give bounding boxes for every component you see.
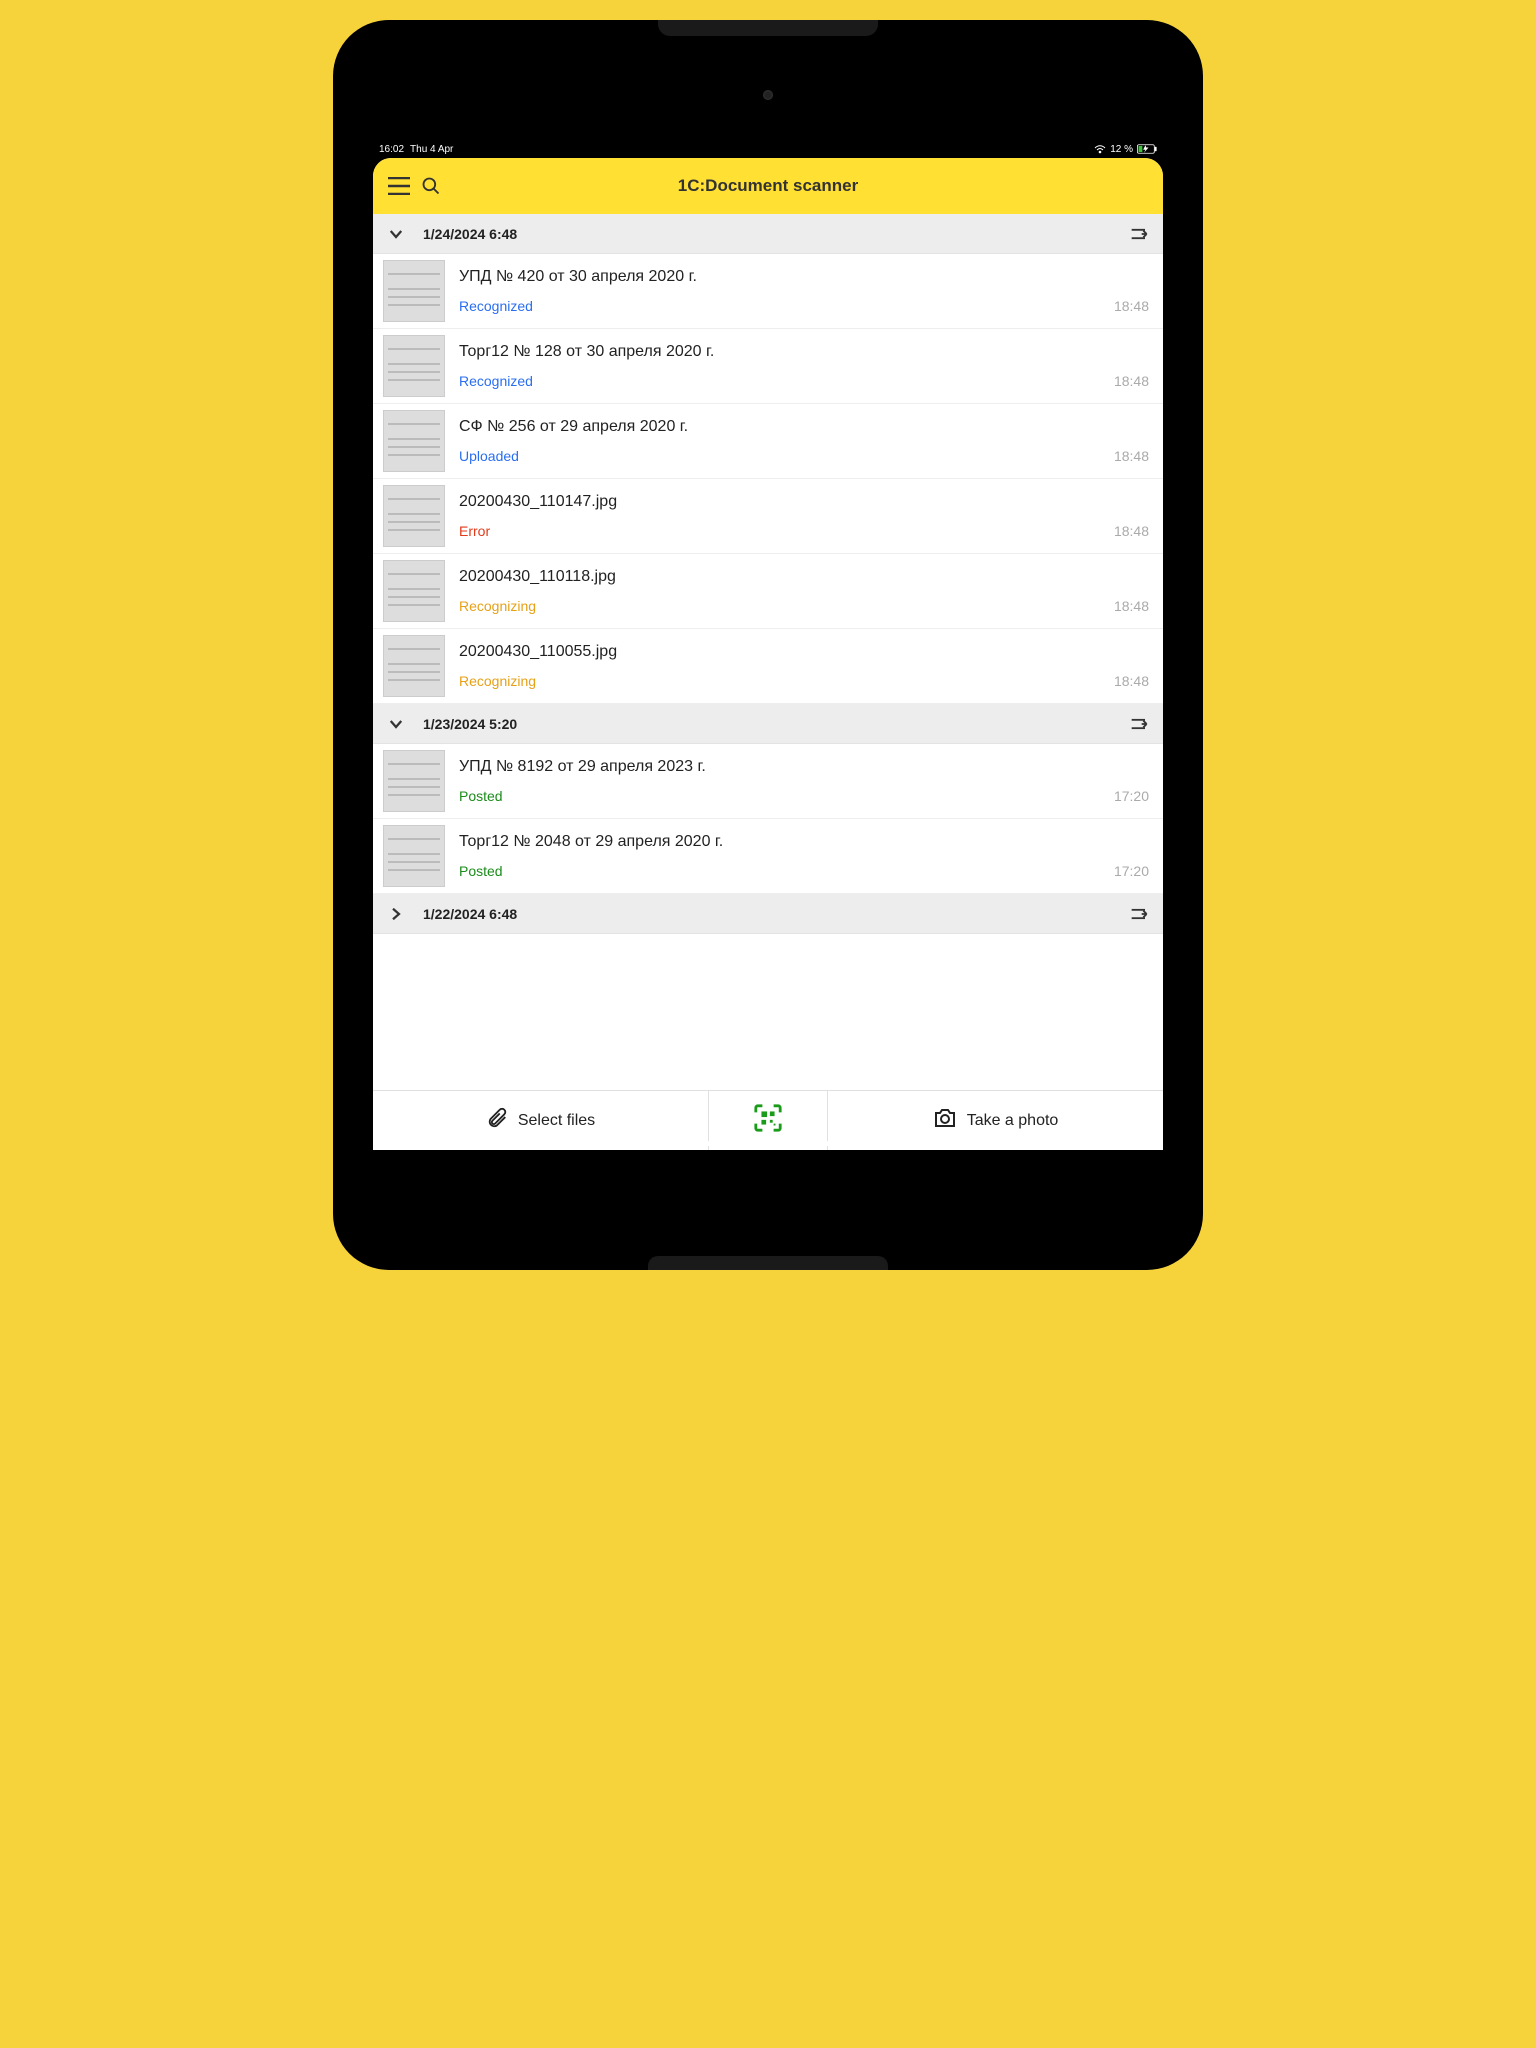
qr-icon — [753, 1103, 783, 1138]
document-time: 18:48 — [1114, 598, 1149, 614]
document-title: 20200430_110147.jpg — [459, 493, 1153, 511]
chevron-down-icon[interactable] — [385, 223, 407, 245]
bottom-notch — [648, 1256, 888, 1270]
document-thumbnail[interactable] — [383, 750, 445, 812]
document-thumbnail[interactable] — [383, 260, 445, 322]
document-thumbnail[interactable] — [383, 635, 445, 697]
chevron-down-icon[interactable] — [385, 713, 407, 735]
document-row[interactable]: УПД № 420 от 30 апреля 2020 г. Recognized… — [373, 254, 1163, 329]
document-status: Uploaded — [459, 448, 519, 464]
document-body: УПД № 8192 от 29 апреля 2023 г. Posted 17:… — [459, 750, 1153, 812]
document-title: 20200430_110055.jpg — [459, 643, 1153, 661]
document-title: Торг12 № 2048 от 29 апреля 2020 г. — [459, 833, 1153, 851]
document-time: 18:48 — [1114, 298, 1149, 314]
take-photo-label: Take a photo — [967, 1112, 1059, 1130]
document-body: УПД № 420 от 30 апреля 2020 г. Recognized… — [459, 260, 1153, 322]
export-arrow-icon[interactable] — [1129, 713, 1151, 735]
document-title: УПД № 8192 от 29 апреля 2023 г. — [459, 758, 1153, 776]
select-files-label: Select files — [518, 1112, 595, 1130]
battery-icon — [1137, 144, 1157, 154]
document-time: 18:48 — [1114, 523, 1149, 539]
document-thumbnail[interactable] — [383, 485, 445, 547]
paperclip-icon — [486, 1107, 508, 1134]
group-date: 1/24/2024 6:48 — [423, 226, 1129, 242]
document-thumbnail[interactable] — [383, 560, 445, 622]
document-time: 18:48 — [1114, 673, 1149, 689]
document-footer: Recognized 18:48 — [459, 373, 1153, 389]
document-body: Торг12 № 128 от 30 апреля 2020 г. Recogni… — [459, 335, 1153, 397]
document-row[interactable]: УПД № 8192 от 29 апреля 2023 г. Posted 17:… — [373, 744, 1163, 819]
document-title: УПД № 420 от 30 апреля 2020 г. — [459, 268, 1153, 286]
group-header[interactable]: 1/23/2024 5:20 — [373, 704, 1163, 744]
menu-button[interactable] — [385, 172, 413, 200]
document-thumbnail[interactable] — [383, 410, 445, 472]
document-title: СФ № 256 от 29 апреля 2020 г. — [459, 418, 1153, 436]
document-row[interactable]: 20200430_110055.jpg Recognizing 18:48 — [373, 629, 1163, 704]
document-time: 18:48 — [1114, 373, 1149, 389]
document-status: Recognized — [459, 373, 533, 389]
document-footer: Error 18:48 — [459, 523, 1153, 539]
group-header[interactable]: 1/24/2024 6:48 — [373, 214, 1163, 254]
camera-icon — [933, 1107, 957, 1134]
status-bar: 16:02 Thu 4 Apr 12 % — [373, 140, 1163, 158]
tablet-frame: 16:02 Thu 4 Apr 12 % — [333, 20, 1203, 1270]
export-arrow-icon[interactable] — [1129, 903, 1151, 925]
document-status: Recognized — [459, 298, 533, 314]
group-date: 1/22/2024 6:48 — [423, 906, 1129, 922]
app-header: 1C:Document scanner — [373, 158, 1163, 214]
group-header[interactable]: 1/22/2024 6:48 — [373, 894, 1163, 934]
status-time: 16:02 — [379, 144, 404, 155]
home-indicator[interactable] — [653, 1141, 883, 1146]
status-battery-pct: 12 % — [1110, 144, 1133, 155]
document-row[interactable]: СФ № 256 от 29 апреля 2020 г. Uploaded 18:… — [373, 404, 1163, 479]
document-footer: Uploaded 18:48 — [459, 448, 1153, 464]
document-status: Posted — [459, 788, 503, 804]
document-status: Posted — [459, 863, 503, 879]
document-body: СФ № 256 от 29 апреля 2020 г. Uploaded 18:… — [459, 410, 1153, 472]
document-body: 20200430_110055.jpg Recognizing 18:48 — [459, 635, 1153, 697]
document-footer: Posted 17:20 — [459, 863, 1153, 879]
chevron-right-icon[interactable] — [385, 903, 407, 925]
document-time: 17:20 — [1114, 863, 1149, 879]
document-status: Recognizing — [459, 673, 536, 689]
screen: 16:02 Thu 4 Apr 12 % — [373, 140, 1163, 1150]
camera-notch — [658, 20, 878, 36]
wifi-icon — [1094, 144, 1106, 154]
document-row[interactable]: Торг12 № 128 от 30 апреля 2020 г. Recogni… — [373, 329, 1163, 404]
document-row[interactable]: 20200430_110118.jpg Recognizing 18:48 — [373, 554, 1163, 629]
document-time: 18:48 — [1114, 448, 1149, 464]
app-window: 1C:Document scanner 1/24/2024 6:48 УПД № … — [373, 158, 1163, 1150]
camera-dot — [763, 90, 773, 100]
document-footer: Recognizing 18:48 — [459, 673, 1153, 689]
search-button[interactable] — [417, 172, 445, 200]
document-status: Error — [459, 523, 490, 539]
document-footer: Recognized 18:48 — [459, 298, 1153, 314]
document-thumbnail[interactable] — [383, 825, 445, 887]
document-body: 20200430_110118.jpg Recognizing 18:48 — [459, 560, 1153, 622]
export-arrow-icon[interactable] — [1129, 223, 1151, 245]
document-row[interactable]: 20200430_110147.jpg Error 18:48 — [373, 479, 1163, 554]
document-body: 20200430_110147.jpg Error 18:48 — [459, 485, 1153, 547]
app-title: 1C:Document scanner — [373, 176, 1163, 196]
status-date: Thu 4 Apr — [410, 144, 453, 155]
document-status: Recognizing — [459, 598, 536, 614]
group-date: 1/23/2024 5:20 — [423, 716, 1129, 732]
document-thumbnail[interactable] — [383, 335, 445, 397]
document-list[interactable]: 1/24/2024 6:48 УПД № 420 от 30 апреля 202… — [373, 214, 1163, 1090]
document-time: 17:20 — [1114, 788, 1149, 804]
document-footer: Recognizing 18:48 — [459, 598, 1153, 614]
document-body: Торг12 № 2048 от 29 апреля 2020 г. Posted… — [459, 825, 1153, 887]
document-row[interactable]: Торг12 № 2048 от 29 апреля 2020 г. Posted… — [373, 819, 1163, 894]
document-title: Торг12 № 128 от 30 апреля 2020 г. — [459, 343, 1153, 361]
document-footer: Posted 17:20 — [459, 788, 1153, 804]
document-title: 20200430_110118.jpg — [459, 568, 1153, 586]
